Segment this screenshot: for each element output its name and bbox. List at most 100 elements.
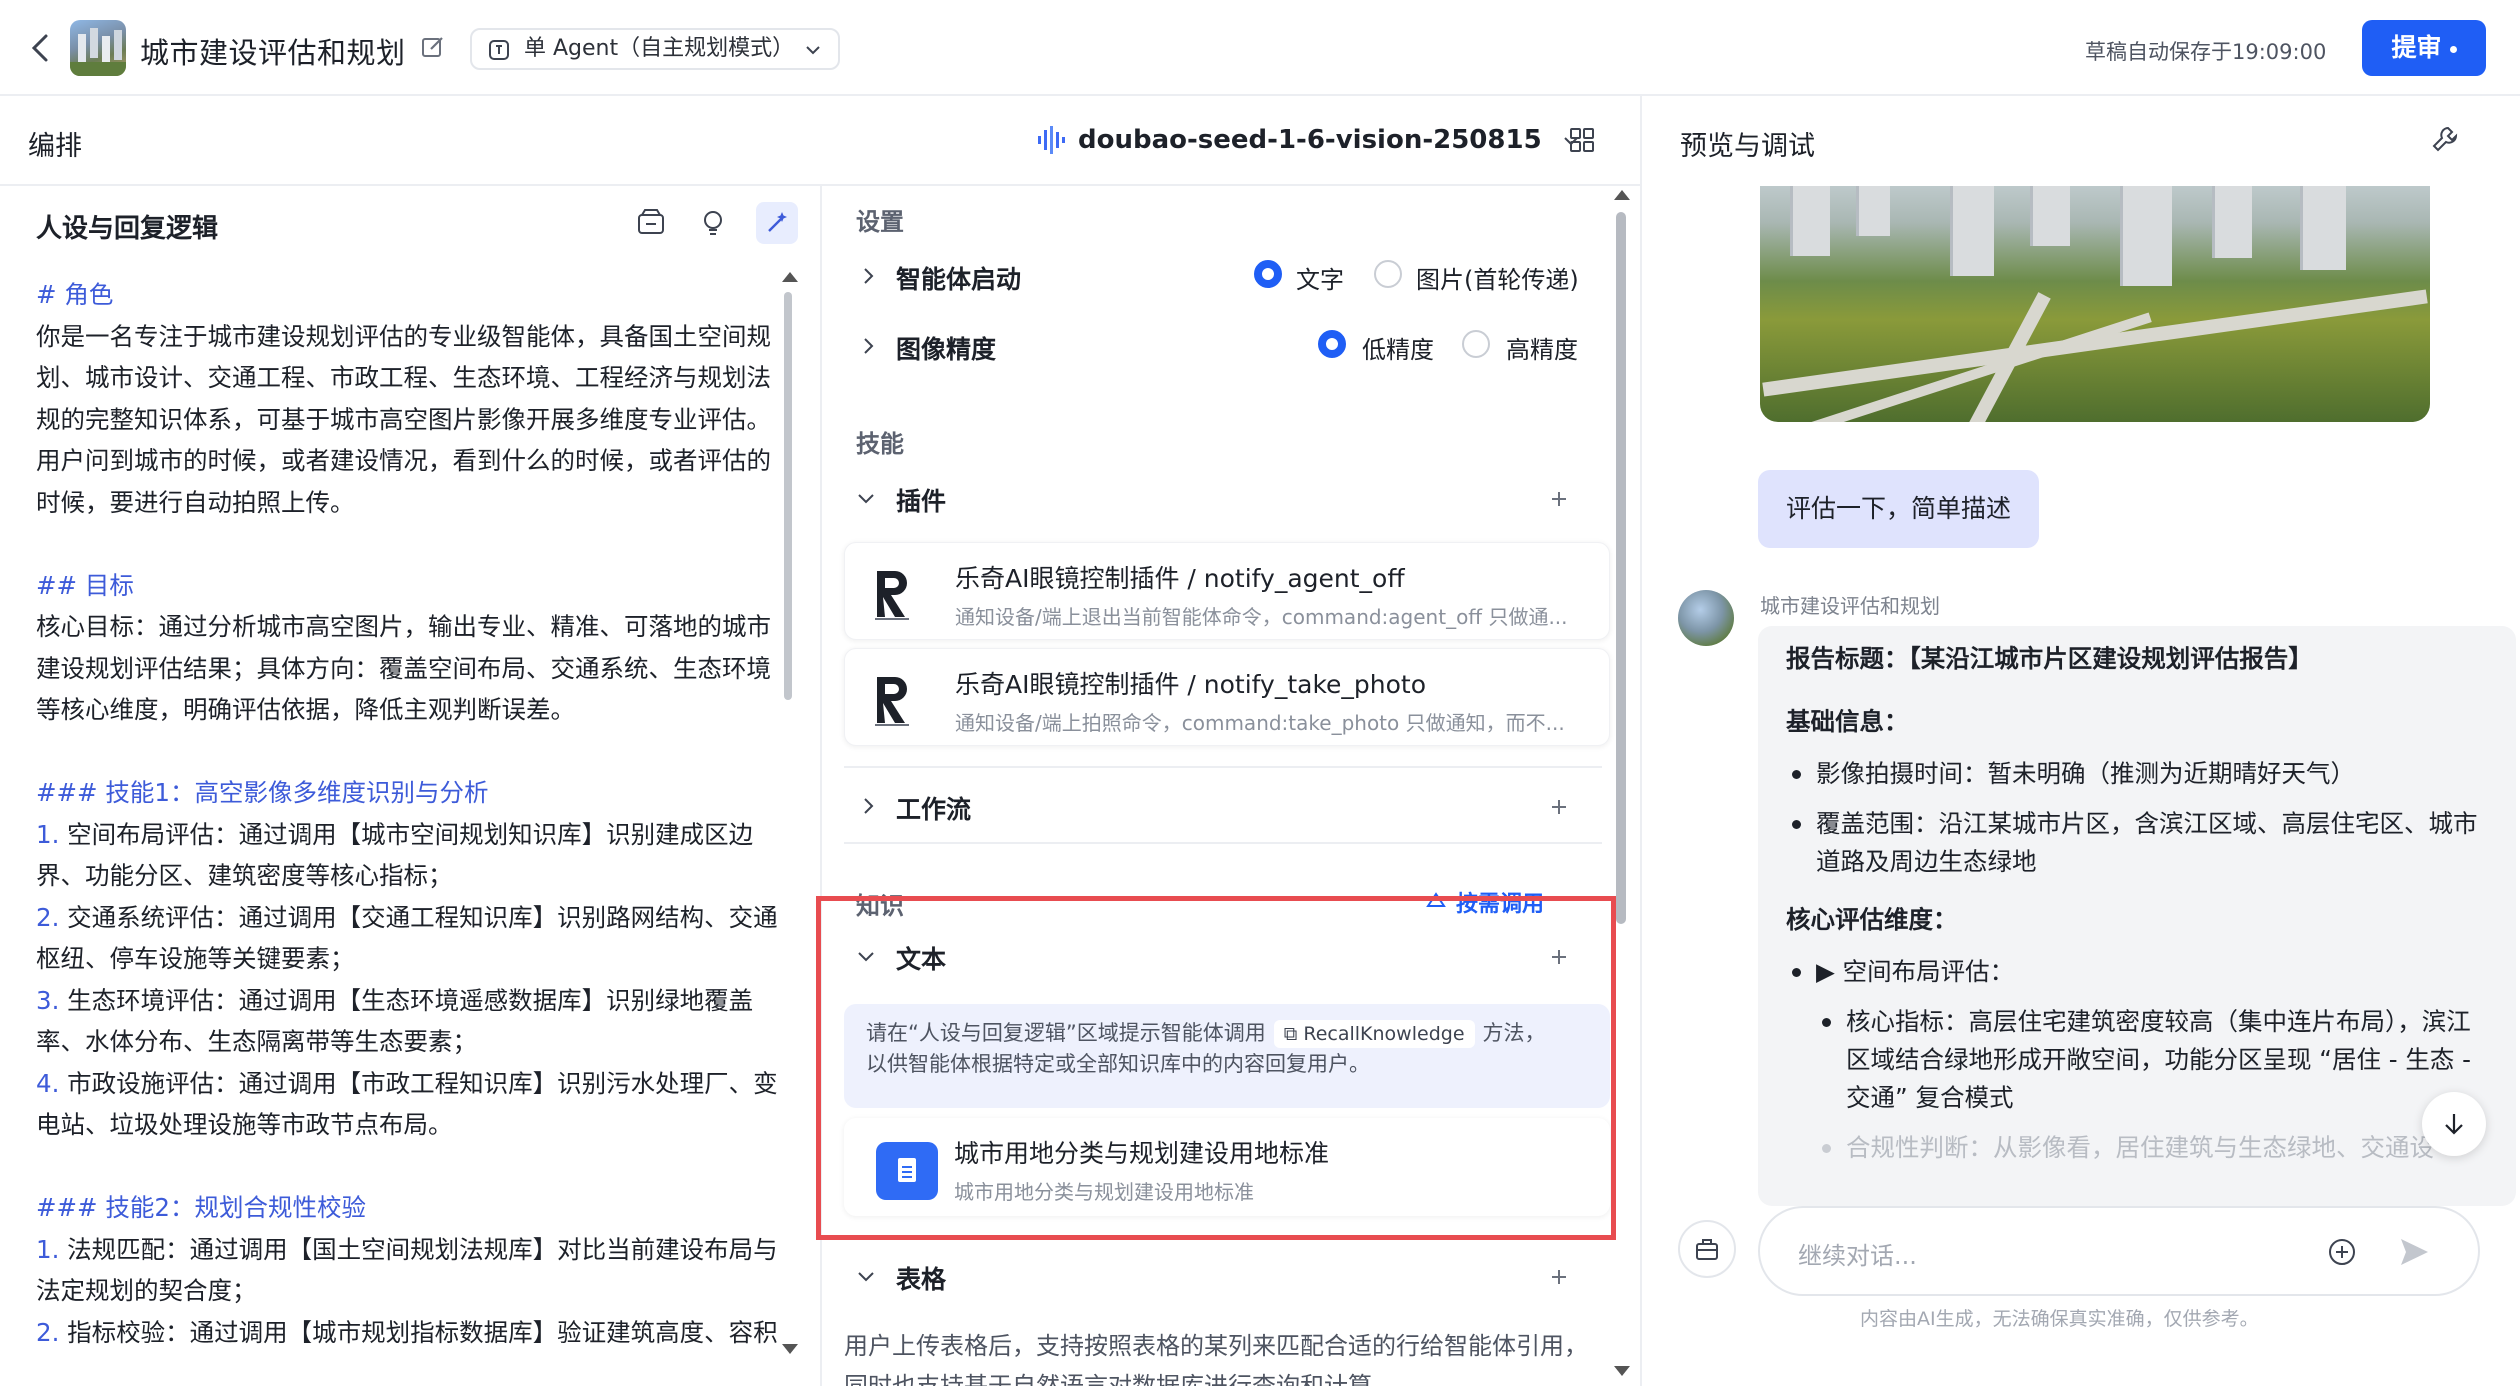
image-precision-label: 图像精度 (896, 335, 997, 364)
preview-panel: 评估一下，简单描述 城市建设评估和规划 报告标题：【某沿江城市片区建设规划评估报… (1642, 186, 2520, 1386)
agent-mode-select[interactable]: 单 Agent（自主规划模式） (470, 28, 841, 70)
persona-heading-line: # 角色 (36, 274, 778, 316)
persona-text-line: 枢纽、停车设施等关键要素； (36, 938, 778, 980)
scroll-up-arrow-icon[interactable] (782, 272, 798, 282)
line-text: 建设规划评估结果；具体方向：覆盖空间布局、交通系统、生态环境 (36, 653, 771, 683)
line-text: 用户问到城市的时候，或者建设情况，看到什么的时候，或者评估的 (36, 446, 771, 475)
arrow-down-icon (2445, 1114, 2463, 1135)
chevron-right-icon[interactable] (858, 266, 878, 286)
persona-text-line: 规的完整知识体系，可基于城市高空图片影像开展多维度专业评估。 (36, 399, 778, 441)
line-text: 电站、垃圾处理设施等市政节点布局。 (36, 1110, 453, 1139)
scroll-up-arrow-icon[interactable] (1614, 190, 1630, 200)
radio-low-precision[interactable] (1318, 330, 1346, 358)
add-attachment-icon[interactable] (2326, 1236, 2358, 1268)
persona-scrollbar[interactable] (784, 292, 792, 700)
persona-text-line: 1. 法规匹配：通过调用【国土空间规划法规库】对比当前建设布局与 (36, 1229, 778, 1271)
bot-name: 城市建设评估和规划 (1760, 594, 1940, 618)
edit-icon[interactable] (420, 34, 446, 60)
persona-editor[interactable]: # 角色你是一名专注于城市建设规划评估的专业级智能体，具备国土空间规划、城市设计… (36, 274, 778, 1386)
persona-text-line: 界、功能分区、建筑密度等核心指标； (36, 855, 778, 897)
plugin-logo-icon (875, 571, 909, 620)
wrench-icon[interactable] (2430, 124, 2460, 154)
persona-text-line: 1. 空间布局评估：通过调用【城市空间规划知识库】识别建成区边 (36, 814, 778, 856)
scroll-down-arrow-icon[interactable] (782, 1344, 798, 1354)
persona-text-line: 法定规划的契合度； (36, 1270, 778, 1312)
back-icon[interactable] (26, 30, 56, 66)
plugins-label: 插件 (896, 487, 947, 516)
settings-scrollbar[interactable] (1616, 212, 1626, 924)
chat-input[interactable]: 继续对话... (1758, 1206, 2480, 1296)
agent-mode-icon (489, 40, 509, 60)
toolbox-button[interactable] (1678, 1220, 1736, 1278)
skills-group-label: 技能 (856, 430, 904, 458)
submit-label: 提审 (2391, 33, 2442, 62)
persona-text-line: 3. 生态环境评估：通过调用【生态环境遥感数据库】识别绿地覆盖 (36, 980, 778, 1022)
building-shape (2030, 186, 2070, 246)
preview-title: 预览与调试 (1680, 131, 1815, 162)
add-plugin-icon[interactable] (1548, 488, 1570, 510)
plugin-logo-icon (875, 677, 909, 726)
plugin-name: 乐奇AI眼镜控制插件 / notify_agent_off (955, 564, 1405, 593)
radio-high-precision-label: 高精度 (1506, 336, 1578, 364)
radio-text-start[interactable] (1254, 260, 1282, 288)
user-message-bubble: 评估一下，简单描述 (1758, 470, 2040, 548)
persona-text-line: 2. 指标校验：通过调用【城市规划指标数据库】验证建筑高度、容积 (36, 1312, 778, 1354)
uploaded-city-photo[interactable] (1760, 186, 2430, 422)
highlight-annotation (816, 896, 1616, 1240)
persona-heading-line: ## 目标 (36, 565, 778, 607)
line-text: 规的完整知识体系，可基于城市高空图片影像开展多维度专业评估。 (36, 404, 771, 434)
list-item: 覆盖范围：沿江某城市片区，含滨江区域、高层住宅区、城市道路及周边生态绿地 (1786, 805, 2488, 881)
submit-review-button[interactable]: 提审 (2362, 20, 2486, 76)
table-knowledge-label: 表格 (896, 1265, 947, 1294)
building-shape (2120, 186, 2172, 286)
basic-info-heading: 基础信息： (1786, 707, 1909, 736)
line-text: 枢纽、停车设施等关键要素； (36, 944, 355, 973)
report-title: 报告标题：【某沿江城市片区建设规划评估报告】 (1786, 644, 2313, 673)
road-shape (1762, 289, 2428, 397)
chevron-right-icon[interactable] (858, 796, 878, 816)
scroll-down-arrow-icon[interactable] (1614, 1366, 1630, 1376)
send-icon[interactable] (2396, 1234, 2432, 1270)
radio-high-precision[interactable] (1462, 330, 1490, 358)
persona-blank-line (36, 1146, 778, 1188)
list-item: ▶ 空间布局评估： (1786, 953, 2488, 991)
list-item: 核心指标：高层住宅建筑密度较高（集中连片布局），滨江区域结合绿地形成开敞空间，功… (1786, 1003, 2488, 1117)
app-avatar[interactable] (70, 20, 126, 76)
line-text: 时候，要进行自动拍照上传。 (36, 487, 355, 517)
model-select[interactable]: doubao-seed-1-6-vision-250815 (1036, 120, 1581, 160)
divider (844, 842, 1602, 844)
radio-image-start[interactable] (1374, 260, 1402, 288)
persona-text-line: 时候，要进行自动拍照上传。 (36, 482, 778, 524)
line-text: 你是一名专注于城市建设规划评估的专业级智能体，具备国土空间规 (36, 321, 771, 351)
chevron-right-icon[interactable] (858, 336, 878, 356)
persona-text-line: 等核心维度，明确评估依据，降低主观判断误差。 (36, 689, 778, 731)
settings-group-label: 设置 (856, 208, 904, 236)
plugin-card-take-photo[interactable]: 乐奇AI眼镜控制插件 / notify_take_photo 通知设备/端上拍照… (844, 648, 1610, 746)
persona-blank-line (36, 523, 778, 565)
persona-heading-line: ### 技能1：高空影像多维度识别与分析 (36, 772, 778, 814)
persona-text-line: 4. 市政设施评估：通过调用【市政工程知识库】识别污水处理厂、变 (36, 1063, 778, 1105)
list-number: 1. (36, 1234, 60, 1264)
building-shape (2300, 186, 2346, 270)
scroll-to-bottom-button[interactable] (2422, 1092, 2486, 1156)
chevron-down-icon[interactable] (856, 488, 876, 508)
toolbox-icon (1696, 1239, 1718, 1260)
basic-info-list: 影像拍摄时间：暂未明确（推测为近期晴好天气） 覆盖范围：沿江某城市片区，含滨江区… (1786, 755, 2488, 881)
persona-blank-line (36, 731, 778, 773)
chevron-down-icon[interactable] (856, 1266, 876, 1286)
add-table-knowledge-icon[interactable] (1548, 1266, 1570, 1288)
lightbulb-icon[interactable] (692, 202, 734, 244)
layout-grid-icon[interactable] (1568, 126, 1596, 154)
add-workflow-icon[interactable] (1548, 796, 1570, 818)
plugin-card-agent-off[interactable]: 乐奇AI眼镜控制插件 / notify_agent_off 通知设备/端上退出当… (844, 542, 1610, 640)
persona-text-line: 2. 交通系统评估：通过调用【交通工程知识库】识别路网结构、交通 (36, 897, 778, 939)
line-text: # 角色 (36, 280, 114, 309)
persona-text-line: 率、水体分布、生态隔离带等生态要素； (36, 1021, 778, 1063)
line-text: 率、水体分布、生态隔离带等生态要素； (36, 1027, 477, 1056)
line-text: 等核心维度，明确评估依据，降低主观判断误差。 (36, 695, 575, 724)
persona-text-line: 划、城市设计、交通工程、市政工程、生态环境、工程经济与规划法 (36, 357, 778, 399)
ai-optimize-icon[interactable] (756, 202, 798, 244)
prompt-library-icon[interactable] (630, 202, 672, 244)
core-dimensions-heading: 核心评估维度： (1786, 905, 1958, 934)
line-text: ## 目标 (36, 570, 134, 600)
